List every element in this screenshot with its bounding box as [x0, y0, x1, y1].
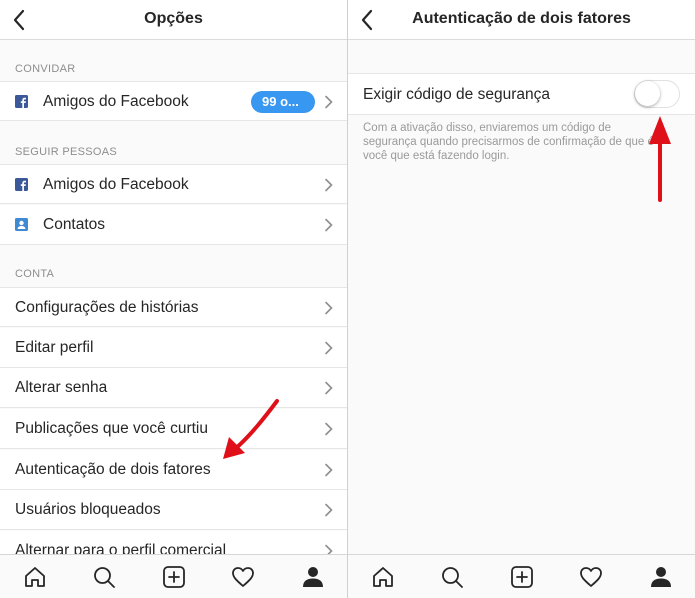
chevron-right-icon [325, 301, 333, 315]
change-password-row[interactable]: Alterar senha [0, 368, 347, 408]
row-label: Alterar senha [15, 379, 108, 396]
row-label: Autenticação de dois fatores [15, 461, 211, 478]
chevron-right-icon [325, 381, 333, 395]
chevron-right-icon [325, 422, 333, 436]
activity-heart-icon[interactable] [579, 565, 603, 589]
two-factor-auth-screen: Autenticação de dois fatores Exigir códi… [348, 0, 695, 598]
edit-profile-row[interactable]: Editar perfil [0, 328, 347, 368]
search-icon[interactable] [92, 565, 116, 589]
new-post-icon[interactable] [510, 565, 534, 589]
toggle-knob [635, 81, 660, 106]
row-label: Publicações que você curtiu [15, 420, 209, 437]
chevron-right-icon [325, 463, 333, 477]
profile-icon[interactable] [301, 565, 325, 589]
home-icon[interactable] [371, 565, 395, 589]
page-title: Autenticação de dois fatores [412, 10, 631, 27]
tab-bar [0, 554, 347, 598]
toggle-label: Exigir código de segurança [363, 86, 550, 103]
two-factor-navbar: Autenticação de dois fatores [348, 0, 695, 40]
row-label: Contatos [43, 216, 106, 233]
liked-posts-row[interactable]: Publicações que você curtiu [0, 409, 347, 449]
chevron-right-icon [325, 503, 333, 517]
facebook-icon [15, 95, 28, 108]
options-navbar: Opções [0, 0, 347, 40]
two-factor-auth-row[interactable]: Autenticação de dois fatores [0, 450, 347, 490]
require-security-code-toggle[interactable] [634, 80, 680, 108]
contacts-row[interactable]: Contatos [0, 205, 347, 245]
chevron-right-icon [325, 178, 333, 192]
row-label: Configurações de histórias [15, 299, 199, 316]
invite-facebook-friends-row[interactable]: Amigos do Facebook 99 o... [0, 81, 347, 121]
row-label: Amigos do Facebook [43, 93, 189, 110]
profile-icon[interactable] [649, 565, 673, 589]
blocked-users-row[interactable]: Usuários bloqueados [0, 490, 347, 530]
chevron-right-icon [325, 95, 333, 109]
row-label: Usuários bloqueados [15, 501, 161, 518]
activity-heart-icon[interactable] [231, 565, 255, 589]
tab-bar [348, 554, 695, 598]
toggle-description: Com a ativação disso, enviaremos um códi… [363, 122, 654, 162]
page-title: Opções [144, 10, 203, 27]
story-settings-row[interactable]: Configurações de histórias [0, 287, 347, 327]
require-security-code-row: Exigir código de segurança [348, 73, 695, 115]
contacts-icon [15, 218, 28, 231]
chevron-right-icon [325, 341, 333, 355]
search-icon[interactable] [440, 565, 464, 589]
new-post-icon[interactable] [162, 565, 186, 589]
section-header-invite: CONVIDAR [15, 63, 76, 75]
count-badge: 99 o... [251, 91, 315, 113]
section-header-follow: SEGUIR PESSOAS [15, 146, 118, 158]
facebook-icon [15, 178, 28, 191]
section-header-account: CONTA [15, 268, 55, 280]
follow-facebook-friends-row[interactable]: Amigos do Facebook [0, 164, 347, 204]
options-screen: Opções CONVIDAR Amigos do Facebook 99 o.… [0, 0, 347, 598]
row-label: Editar perfil [15, 339, 94, 356]
row-label: Amigos do Facebook [43, 176, 189, 193]
chevron-right-icon [325, 218, 333, 232]
home-icon[interactable] [23, 565, 47, 589]
